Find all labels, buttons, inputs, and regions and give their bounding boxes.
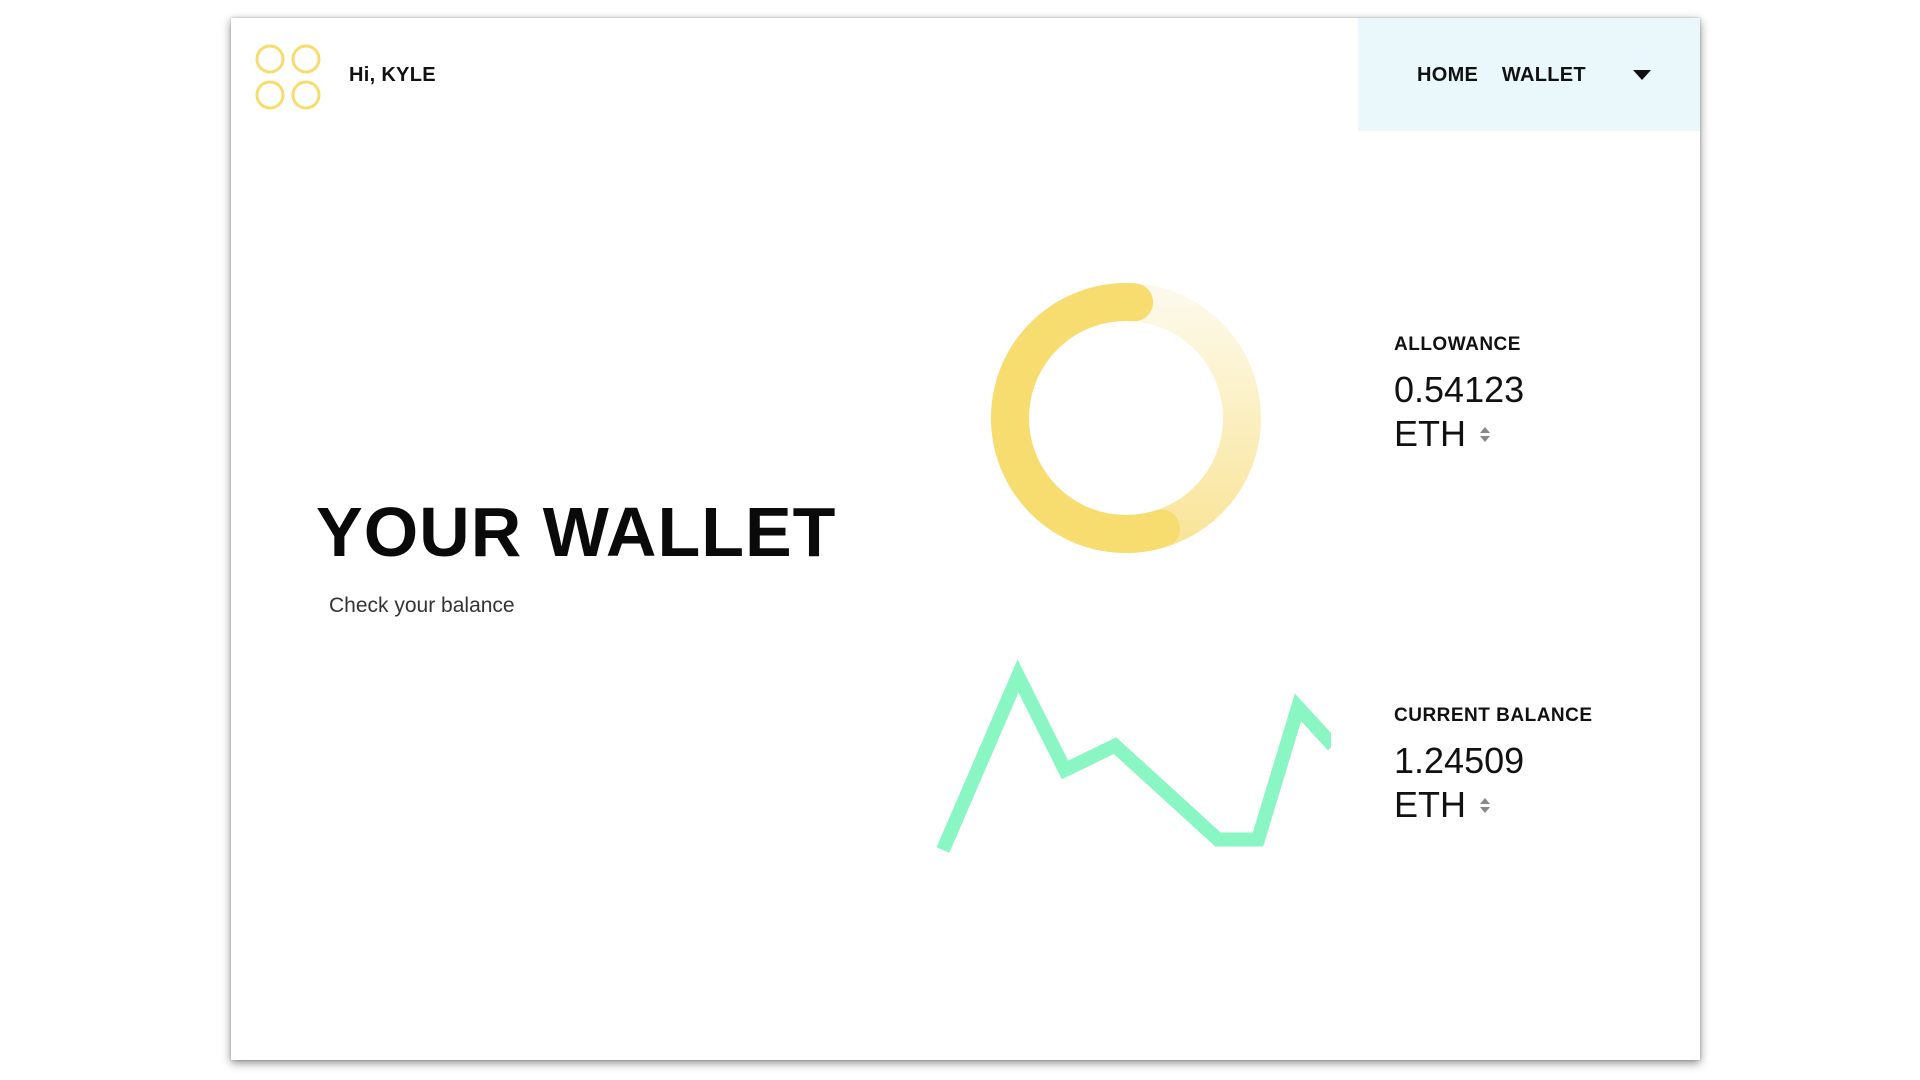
page-subtitle: Check your balance xyxy=(329,594,515,617)
nav-dropdown-label[interactable]: HOME WALLET xyxy=(1417,64,1586,87)
page-title: YOUR WALLET xyxy=(316,493,837,571)
allowance-stat: ALLOWANCE 0.54123 ETH xyxy=(1394,334,1524,456)
sort-icon[interactable] xyxy=(1480,797,1490,813)
allowance-label: ALLOWANCE xyxy=(1394,334,1521,355)
allowance-donut-chart xyxy=(991,283,1261,553)
caret-down-icon[interactable] xyxy=(1633,70,1651,80)
app-window: Hi, KYLE HOME WALLET YOUR WALLET Check y… xyxy=(231,18,1700,1060)
nav-dropdown[interactable]: HOME WALLET xyxy=(1358,18,1700,131)
four-circles-logo-icon[interactable] xyxy=(253,42,323,112)
balance-line-series xyxy=(936,659,1331,853)
balance-line-chart xyxy=(936,659,1331,853)
current-balance-unit: ETH xyxy=(1394,784,1466,825)
allowance-value: 0.54123 xyxy=(1394,369,1525,410)
allowance-unit: ETH xyxy=(1394,413,1466,454)
current-balance-label: CURRENT BALANCE xyxy=(1394,705,1593,726)
current-balance-stat: CURRENT BALANCE 1.24509 ETH xyxy=(1394,705,1593,827)
user-greeting: Hi, KYLE xyxy=(349,64,436,86)
sort-icon[interactable] xyxy=(1480,426,1490,442)
current-balance-value: 1.24509 xyxy=(1394,740,1525,781)
donut-main-segment xyxy=(991,283,1181,553)
